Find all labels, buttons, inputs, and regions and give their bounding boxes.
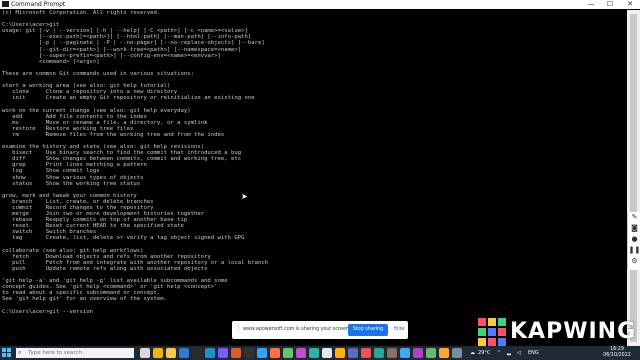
app-icon[interactable] bbox=[426, 348, 436, 358]
scrollbar[interactable] bbox=[627, 10, 640, 346]
app-icon[interactable] bbox=[348, 348, 358, 358]
taskbar-clock[interactable]: 16:29 06/10/2022 bbox=[597, 347, 637, 359]
terminal-icon[interactable] bbox=[244, 348, 254, 358]
app-icon[interactable] bbox=[231, 348, 241, 358]
app-icon[interactable] bbox=[257, 348, 267, 358]
app-icon[interactable] bbox=[452, 348, 462, 358]
title-bar: Command Prompt — ☐ ✕ bbox=[0, 0, 640, 9]
minimize-button[interactable]: — bbox=[584, 0, 598, 9]
app-icon[interactable] bbox=[283, 348, 293, 358]
drag-handle-icon[interactable]: ⋮ bbox=[235, 324, 242, 332]
mouse-cursor-icon: ➤ bbox=[241, 192, 248, 201]
file-explorer-icon[interactable] bbox=[166, 348, 176, 358]
app-icon[interactable] bbox=[296, 348, 306, 358]
taskbar: ⌕ ☁ 29°C ⌃ ▂ ◁ ENG 16:29 06/10/2022 bbox=[0, 346, 640, 360]
sharing-message: www.apowersoft.com is sharing your scree… bbox=[243, 327, 351, 332]
edge-icon[interactable] bbox=[205, 348, 215, 358]
weather-temperature[interactable]: 29°C bbox=[478, 346, 490, 360]
hide-button[interactable]: Hide bbox=[392, 324, 406, 336]
app-icon[interactable] bbox=[361, 348, 371, 358]
app-icon[interactable] bbox=[400, 348, 410, 358]
command-prompt-icon bbox=[2, 1, 9, 7]
app-icon[interactable] bbox=[218, 348, 228, 358]
maximize-button[interactable]: ☐ bbox=[603, 0, 617, 9]
settings-icon[interactable]: ⚙ bbox=[628, 256, 640, 267]
stop-sharing-button[interactable]: Stop sharing bbox=[348, 324, 388, 336]
weather-icon[interactable]: ☁ bbox=[470, 346, 475, 360]
search-icon: ⌕ bbox=[18, 349, 22, 356]
close-button[interactable]: ✕ bbox=[623, 0, 637, 9]
app-icon[interactable] bbox=[413, 348, 423, 358]
recorder-side-toolbar: ✎ ◙ ● ❚❚ ⚙ bbox=[627, 212, 640, 270]
record-icon[interactable]: ● bbox=[628, 234, 640, 245]
taskbar-search-input[interactable] bbox=[16, 348, 134, 358]
kapwing-watermark: KAPWING bbox=[478, 318, 635, 346]
pen-icon[interactable]: ✎ bbox=[628, 212, 640, 223]
console-line: C:\Users\acer>git --version bbox=[2, 308, 93, 315]
app-icon[interactable] bbox=[387, 348, 397, 358]
app-icon[interactable] bbox=[309, 348, 319, 358]
kapwing-logo-icon bbox=[478, 318, 506, 346]
watermark-text: KAPWING bbox=[510, 319, 637, 344]
network-icon[interactable]: ▂ bbox=[507, 346, 511, 360]
chrome-icon[interactable] bbox=[153, 348, 163, 358]
console-output[interactable]: (c) Microsoft Corporation. All rights re… bbox=[2, 10, 626, 346]
language-indicator[interactable]: ENG bbox=[528, 346, 539, 360]
app-icon[interactable] bbox=[374, 348, 384, 358]
scrollbar-thumb[interactable] bbox=[630, 14, 637, 342]
app-icon[interactable] bbox=[270, 348, 280, 358]
tray-overflow-icon[interactable]: ⌃ bbox=[497, 346, 501, 360]
camera-icon[interactable]: ◙ bbox=[628, 223, 640, 234]
store-icon[interactable] bbox=[192, 348, 202, 358]
mail-icon[interactable] bbox=[179, 348, 189, 358]
volume-icon[interactable]: ◁ bbox=[517, 346, 521, 360]
clock-date: 06/10/2022 bbox=[603, 353, 631, 358]
app-icon[interactable] bbox=[335, 348, 345, 358]
app-icon[interactable] bbox=[439, 348, 449, 358]
pause-icon[interactable]: ❚❚ bbox=[628, 245, 640, 256]
app-icon[interactable] bbox=[322, 348, 332, 358]
task-view-icon[interactable] bbox=[140, 348, 150, 358]
windows-start-icon[interactable] bbox=[2, 348, 12, 358]
window-title: Command Prompt bbox=[11, 1, 66, 8]
screen-sharing-bar: ⋮ www.apowersoft.com is sharing your scr… bbox=[232, 321, 408, 339]
